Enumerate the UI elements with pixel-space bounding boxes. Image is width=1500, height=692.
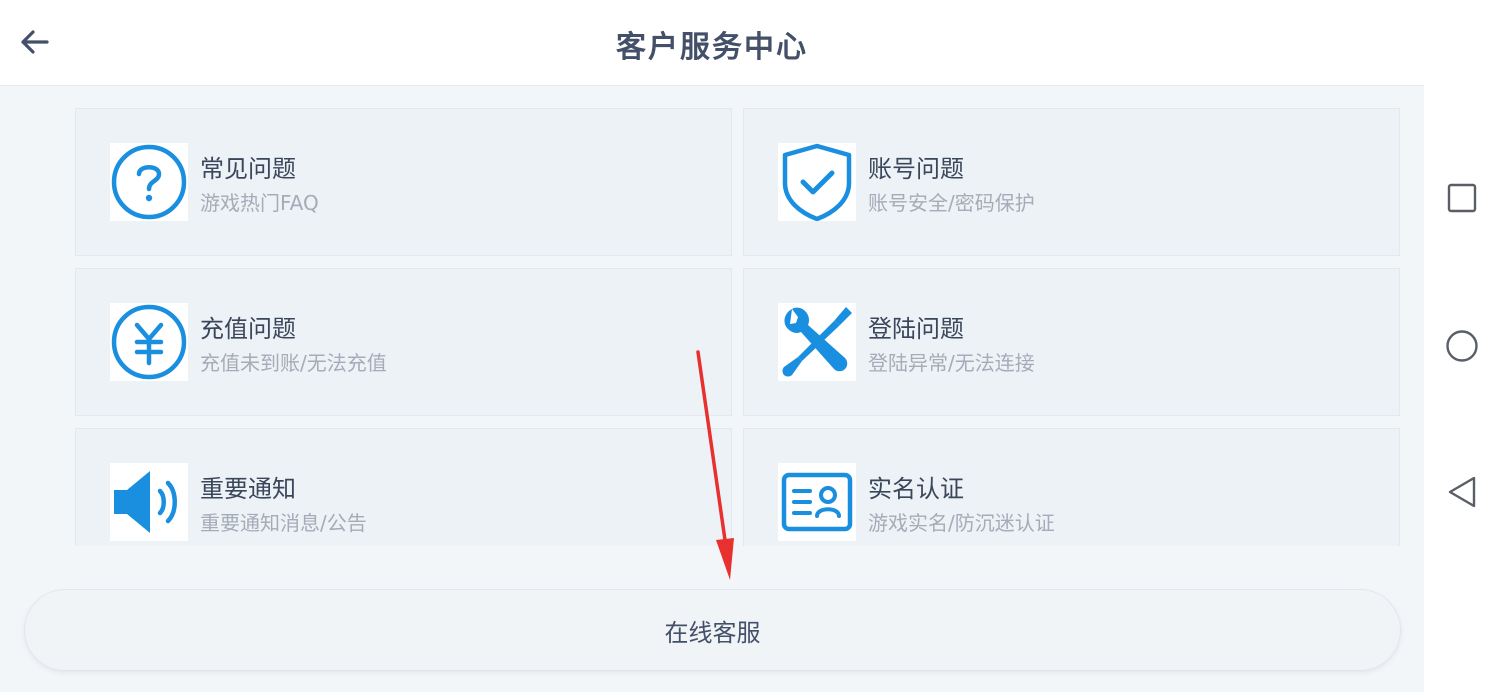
card-faq[interactable]: 常见问题 游戏热门FAQ bbox=[75, 108, 732, 256]
card-realname[interactable]: 实名认证 游戏实名/防沉迷认证 bbox=[743, 428, 1400, 546]
category-grid: 常见问题 游戏热门FAQ 账号问题 账号安全/密码保护 充值问题 充值未到账/无… bbox=[75, 108, 1401, 546]
card-login[interactable]: 登陆问题 登陆异常/无法连接 bbox=[743, 268, 1400, 416]
card-subtitle: 游戏实名/防沉迷认证 bbox=[868, 511, 1055, 535]
shield-check-icon bbox=[778, 143, 856, 221]
header-bar: 客户服务中心 bbox=[0, 0, 1424, 86]
card-notice[interactable]: 重要通知 重要通知消息/公告 bbox=[75, 428, 732, 546]
card-title: 实名认证 bbox=[868, 475, 964, 503]
card-title: 重要通知 bbox=[200, 475, 296, 503]
speaker-icon bbox=[110, 463, 188, 541]
online-service-button[interactable]: 在线客服 bbox=[24, 589, 1401, 671]
card-recharge[interactable]: 充值问题 充值未到账/无法充值 bbox=[75, 268, 732, 416]
home-button[interactable] bbox=[1442, 326, 1482, 366]
wrench-screwdriver-icon bbox=[778, 303, 856, 381]
back-icon bbox=[1448, 476, 1476, 508]
card-title: 登陆问题 bbox=[868, 315, 964, 343]
page-title: 客户服务中心 bbox=[616, 30, 808, 65]
system-back-button[interactable] bbox=[1442, 472, 1482, 512]
system-nav-bar bbox=[1424, 0, 1500, 692]
card-subtitle: 登陆异常/无法连接 bbox=[868, 351, 1035, 375]
card-subtitle: 充值未到账/无法充值 bbox=[200, 351, 387, 375]
recent-apps-icon bbox=[1447, 183, 1477, 213]
card-subtitle: 游戏热门FAQ bbox=[200, 191, 319, 215]
card-subtitle: 账号安全/密码保护 bbox=[868, 191, 1035, 215]
home-icon bbox=[1446, 330, 1478, 362]
card-title: 常见问题 bbox=[200, 155, 296, 183]
question-circle-icon bbox=[110, 143, 188, 221]
id-card-icon bbox=[778, 463, 856, 541]
card-title: 账号问题 bbox=[868, 155, 964, 183]
card-subtitle: 重要通知消息/公告 bbox=[200, 511, 367, 535]
yen-circle-icon bbox=[110, 303, 188, 381]
card-title: 充值问题 bbox=[200, 315, 296, 343]
recent-apps-button[interactable] bbox=[1442, 178, 1482, 218]
card-account[interactable]: 账号问题 账号安全/密码保护 bbox=[743, 108, 1400, 256]
app-screen: 客户服务中心 常见问题 游戏热门FAQ 账号问题 账号安全/密码保护 充值问题 … bbox=[0, 0, 1424, 692]
